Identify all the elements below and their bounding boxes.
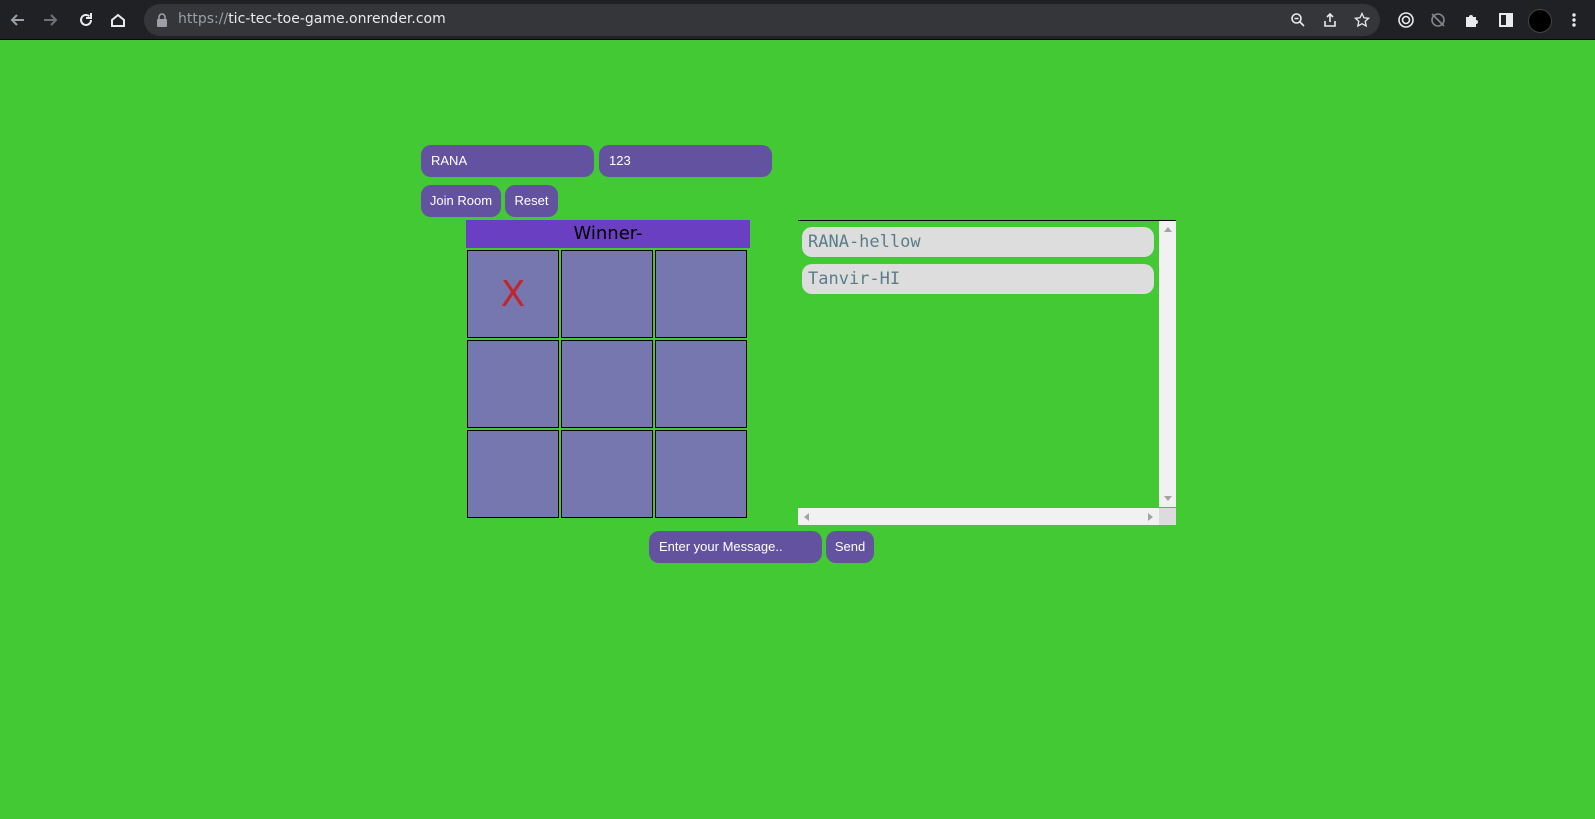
board-cell-2[interactable] bbox=[561, 250, 653, 338]
board-cell-1[interactable]: X bbox=[467, 250, 559, 338]
forward-icon[interactable] bbox=[38, 8, 62, 32]
home-icon[interactable] bbox=[106, 8, 130, 32]
browser-toolbar: https://tic-tec-toe-game.onrender.com bbox=[0, 0, 1595, 40]
board-cell-4[interactable] bbox=[467, 340, 559, 428]
chat-message: RANA-hellow bbox=[802, 227, 1154, 257]
address-bar[interactable]: https://tic-tec-toe-game.onrender.com bbox=[144, 4, 1380, 36]
chat-message: Tanvir-HI bbox=[802, 264, 1154, 294]
extensions-puzzle-icon[interactable] bbox=[1460, 8, 1484, 32]
vertical-scrollbar[interactable] bbox=[1159, 221, 1176, 507]
side-panel-icon[interactable] bbox=[1494, 8, 1518, 32]
scroll-down-arrow-icon[interactable] bbox=[1164, 496, 1172, 501]
board-cell-3[interactable] bbox=[655, 250, 747, 338]
board-cell-6[interactable] bbox=[655, 340, 747, 428]
player-name-input[interactable] bbox=[421, 145, 594, 177]
lock-icon bbox=[157, 13, 167, 27]
board-cell-5[interactable] bbox=[561, 340, 653, 428]
zoom-icon[interactable] bbox=[1286, 8, 1310, 32]
game-board: X bbox=[467, 250, 751, 520]
chat-box[interactable]: RANA-hellow Tanvir-HI bbox=[798, 220, 1176, 525]
scrollbar-corner bbox=[1159, 508, 1176, 525]
url-scheme: https:// bbox=[178, 11, 229, 27]
join-room-button[interactable]: Join Room bbox=[421, 185, 501, 217]
share-icon[interactable] bbox=[1318, 8, 1342, 32]
scroll-up-arrow-icon[interactable] bbox=[1164, 227, 1172, 232]
winner-banner: Winner- bbox=[466, 220, 750, 248]
profile-avatar[interactable] bbox=[1528, 9, 1552, 33]
room-id-input[interactable] bbox=[599, 145, 772, 177]
horizontal-scrollbar[interactable] bbox=[798, 508, 1159, 525]
scroll-right-arrow-icon[interactable] bbox=[1148, 513, 1153, 521]
board-cell-9[interactable] bbox=[655, 430, 747, 518]
send-button[interactable]: Send bbox=[826, 531, 874, 563]
url-text: https://tic-tec-toe-game.onrender.com bbox=[178, 11, 446, 27]
url-host: tic-tec-toe-game.onrender.com bbox=[228, 11, 446, 27]
bookmark-star-icon[interactable] bbox=[1350, 8, 1374, 32]
menu-kebab-icon[interactable] bbox=[1562, 8, 1586, 32]
extension-target-icon[interactable] bbox=[1394, 8, 1418, 32]
back-icon[interactable] bbox=[6, 8, 30, 32]
board-cell-8[interactable] bbox=[561, 430, 653, 518]
reset-button[interactable]: Reset bbox=[505, 185, 558, 217]
scroll-left-arrow-icon[interactable] bbox=[804, 513, 809, 521]
chat-message-list: RANA-hellow Tanvir-HI bbox=[798, 221, 1159, 507]
chat-message-input[interactable] bbox=[649, 531, 822, 563]
reload-icon[interactable] bbox=[74, 8, 98, 32]
board-cell-7[interactable] bbox=[467, 430, 559, 518]
extension-sync-icon[interactable] bbox=[1426, 8, 1450, 32]
